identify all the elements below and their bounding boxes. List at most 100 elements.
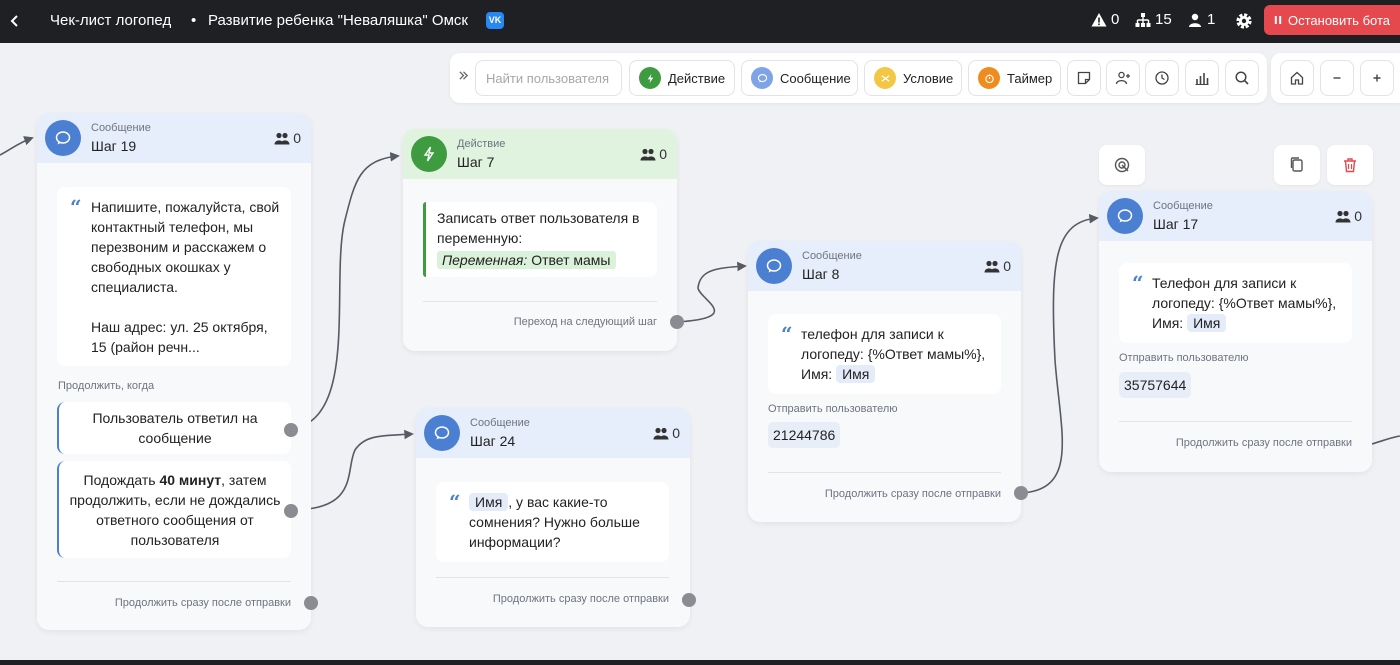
message-bubble[interactable]: “ телефон для записи к логопеду: {%Ответ… (768, 314, 1001, 394)
delete-step-button[interactable] (1327, 145, 1373, 185)
send-to-label: Отправить пользователю (1119, 352, 1249, 364)
minus-icon (1333, 77, 1341, 79)
name-variable-tag: Имя (836, 365, 876, 383)
step-type: Сообщение (470, 417, 530, 429)
step-card-header: Сообщение Шаг 19 0 (37, 113, 311, 163)
divider (1119, 421, 1352, 422)
output-port[interactable] (284, 423, 298, 437)
step-title: Шаг 17 (1153, 216, 1199, 232)
copy-step-button[interactable] (1274, 145, 1320, 185)
trash-icon (1344, 158, 1356, 173)
step-users: 0 (274, 130, 301, 146)
title-separator: • (191, 12, 197, 29)
chat-bubble-icon (424, 415, 460, 451)
add-condition-button[interactable]: Условие (864, 60, 962, 96)
step-card-header: Сообщение Шаг 24 0 (416, 408, 690, 458)
output-port[interactable] (670, 315, 684, 329)
condition-wait-timeout[interactable]: Подождать 40 минут, затем продолжить, ес… (57, 461, 291, 558)
clock-icon (1155, 71, 1169, 85)
output-port[interactable] (1014, 486, 1028, 500)
continue-when-label: Продолжить, когда (58, 380, 155, 392)
message-bubble[interactable]: “ Напишите, пожалуйста, свой контактный … (57, 187, 291, 366)
condition-label: Пользователь ответил на сообщение (92, 410, 258, 446)
users-icon (653, 427, 669, 439)
message-text: Телефон для записи к логопеду: {%Ответ м… (1152, 273, 1347, 333)
step-users-count: 0 (1003, 258, 1011, 274)
step-footer-label: Продолжить сразу после отправки (824, 488, 1001, 500)
step-card-header: Сообщение Шаг 17 0 (1099, 191, 1372, 241)
stats-button[interactable] (1185, 60, 1219, 96)
flow-title[interactable]: Чек-лист логопед (50, 12, 171, 29)
recipient-id[interactable]: 21244786 (768, 422, 841, 448)
step-users-count: 0 (659, 146, 667, 162)
output-port[interactable] (284, 504, 298, 518)
zoom-out-button[interactable] (1320, 60, 1354, 96)
lightning-icon (639, 67, 661, 89)
action-text: Записать ответ пользователя в переменную… (437, 210, 640, 246)
step-card-19[interactable]: Сообщение Шаг 19 0 “ Напишите, пожалуйст… (37, 113, 311, 630)
message-body: Телефон для записи к логопеду: {%Ответ м… (1152, 275, 1337, 331)
divider (57, 581, 291, 582)
user-search-input[interactable] (475, 60, 622, 96)
history-button[interactable] (1145, 60, 1179, 96)
structure-count: 15 (1155, 11, 1172, 28)
step-card-header: Действие Шаг 7 0 (403, 129, 677, 179)
step-title: Шаг 24 (470, 433, 516, 449)
recipient-id[interactable]: 35757644 (1119, 372, 1192, 398)
sticky-note-icon (1077, 71, 1091, 85)
add-user-button[interactable] (1106, 60, 1140, 96)
step-users: 0 (653, 425, 680, 441)
add-action-button[interactable]: Действие (629, 60, 735, 96)
note-button[interactable] (1067, 60, 1101, 96)
search-button[interactable] (1225, 60, 1259, 96)
step-card-17[interactable]: Сообщение Шаг 17 0 “ Телефон для записи … (1099, 191, 1372, 472)
step-footer-label: Продолжить сразу после отправки (492, 593, 669, 605)
step-users: 0 (1335, 208, 1362, 224)
vk-logo-icon: VK (486, 12, 504, 29)
target-button[interactable] (1099, 145, 1145, 185)
expand-chevrons-icon[interactable] (458, 69, 469, 84)
action-bubble[interactable]: Записать ответ пользователя в переменную… (423, 202, 657, 277)
bot-name[interactable]: Развитие ребенка "Неваляшка" Омск (208, 12, 468, 29)
add-message-button[interactable]: Сообщение (741, 60, 858, 96)
step-title: Шаг 7 (457, 154, 495, 170)
chat-bubble-icon (1107, 198, 1143, 234)
plus-icon (1373, 74, 1381, 82)
stop-bot-button[interactable]: Остановить бота (1264, 5, 1400, 35)
zoom-in-button[interactable] (1360, 60, 1394, 96)
send-to-label: Отправить пользователю (768, 403, 898, 415)
add-action-label: Действие (668, 70, 726, 86)
output-port[interactable] (304, 596, 318, 610)
step-users-count: 0 (293, 130, 301, 146)
message-bubble[interactable]: “ Имя, у вас какие-то сомнения? Нужно бо… (436, 482, 669, 562)
step-card-8[interactable]: Сообщение Шаг 8 0 “ телефон для записи к… (748, 241, 1021, 522)
gear-icon[interactable] (1234, 11, 1254, 31)
structure-stat[interactable]: 15 (1135, 11, 1172, 28)
quote-icon: “ (1132, 271, 1144, 295)
back-arrow-icon[interactable] (8, 11, 22, 31)
output-port[interactable] (682, 593, 696, 607)
chat-bubble-icon (756, 248, 792, 284)
variable-value: Ответ мамы (531, 252, 611, 268)
step-card-7[interactable]: Действие Шаг 7 0 Записать ответ пользова… (403, 129, 677, 351)
condition-prefix: Подождать (83, 472, 160, 488)
name-variable-tag: Имя (1187, 314, 1227, 332)
step-title: Шаг 19 (91, 138, 137, 154)
condition-user-replied[interactable]: Пользователь ответил на сообщение (57, 402, 291, 454)
warnings-stat[interactable]: 0 (1091, 11, 1119, 28)
message-bubble[interactable]: “ Телефон для записи к логопеду: {%Ответ… (1119, 263, 1352, 343)
users-count: 1 (1207, 11, 1216, 28)
name-variable-tag: Имя (469, 493, 509, 511)
home-button[interactable] (1280, 60, 1314, 96)
step-card-24[interactable]: Сообщение Шаг 24 0 “ Имя, у вас какие-то… (416, 408, 690, 627)
users-stat[interactable]: 1 (1187, 11, 1215, 28)
step-type: Действие (457, 138, 506, 150)
step-footer-label: Продолжить сразу после отправки (114, 597, 291, 609)
step-card-header: Сообщение Шаг 8 0 (748, 241, 1021, 291)
users-icon (640, 148, 656, 160)
quote-icon: “ (70, 195, 82, 219)
add-timer-button[interactable]: Таймер (968, 60, 1061, 96)
timer-icon (978, 67, 1000, 89)
quote-icon: “ (781, 322, 793, 346)
step-type: Сообщение (1153, 200, 1213, 212)
